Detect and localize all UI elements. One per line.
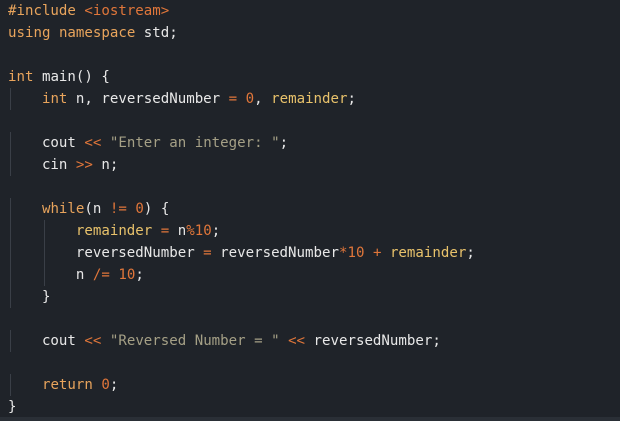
code-token: while	[41, 201, 85, 217]
code-token: ;	[347, 91, 357, 107]
code-token: reversedNumber	[8, 245, 204, 261]
code-token: ,	[254, 91, 272, 107]
code-token: namespace	[58, 25, 136, 41]
code-line: return 0;	[8, 374, 475, 396]
code-token: ;	[135, 267, 144, 283]
code-line: remainder = n%10;	[8, 220, 475, 242]
code-token: 10	[194, 223, 212, 239]
code-line: n /= 10;	[8, 264, 475, 286]
code-token: }	[8, 399, 17, 415]
code-line: int main() {	[8, 66, 475, 88]
code-token: =	[203, 245, 212, 261]
code-token: (n	[84, 201, 110, 217]
code-line: int n, reversedNumber = 0, remainder;	[8, 88, 475, 110]
code-line: }	[8, 286, 475, 308]
indent-guide	[10, 154, 11, 176]
code-token: ;	[466, 245, 475, 261]
code-token: std;	[135, 25, 178, 41]
code-token: 10	[118, 267, 136, 283]
code-line: cin >> n;	[8, 154, 475, 176]
code-line: cout << "Reversed Number = " << reversed…	[8, 330, 475, 352]
code-token: /=	[92, 267, 110, 283]
indent-guide	[10, 198, 11, 220]
code-token: ;	[109, 377, 119, 393]
indent-guide	[10, 132, 11, 154]
indent-guide	[10, 220, 11, 242]
code-token: n;	[92, 157, 119, 173]
code-token: "Reversed Number = "	[109, 333, 280, 349]
code-token: ) {	[143, 201, 170, 217]
code-token: <<	[288, 333, 306, 349]
code-token: ;	[211, 223, 221, 239]
code-token: 10	[347, 245, 365, 261]
code-token: 0	[101, 377, 110, 393]
code-line: cout << "Enter an integer: ";	[8, 132, 475, 154]
code-token: >>	[75, 157, 93, 173]
code-line: reversedNumber = reversedNumber*10 + rem…	[8, 242, 475, 264]
indent-guide	[10, 330, 11, 352]
code-token: return	[41, 377, 93, 393]
code-line: }	[8, 396, 475, 418]
code-token: }	[8, 289, 51, 305]
indent-guide	[44, 264, 45, 286]
code-editor[interactable]: #include <iostream> using namespace std; …	[0, 0, 620, 421]
indent-guide	[10, 264, 11, 286]
indent-guide	[10, 374, 11, 396]
code-token: n, reversedNumber	[67, 91, 229, 107]
code-token: 0	[135, 201, 144, 217]
code-token: #include	[8, 3, 76, 19]
editor-bottom-edge	[0, 417, 620, 421]
indent-guide	[10, 286, 11, 308]
code-token: remainder	[389, 245, 467, 261]
indent-guide	[44, 220, 45, 242]
code-token: cout	[8, 135, 85, 151]
code-token: int	[8, 69, 34, 85]
code-line: using namespace std;	[8, 22, 475, 44]
code-token: ;	[279, 135, 289, 151]
code-token: =	[228, 91, 238, 107]
code-token: n	[8, 267, 93, 283]
code-block[interactable]: #include <iostream> using namespace std; …	[8, 0, 475, 418]
indent-guide	[44, 242, 45, 264]
code-token: reversedNumber;	[305, 333, 441, 349]
code-token: main() {	[33, 69, 110, 85]
code-token: cout	[8, 333, 85, 349]
code-token: <<	[84, 135, 102, 151]
code-token: %	[186, 223, 195, 239]
code-token: "Enter an integer: "	[109, 135, 280, 151]
code-token: remainder	[271, 91, 348, 107]
code-token: using	[8, 25, 51, 41]
code-token: cin	[8, 157, 76, 173]
code-token: <iostream>	[84, 3, 170, 19]
code-token: 0	[245, 91, 255, 107]
code-token: reversedNumber	[211, 245, 339, 261]
code-token: <<	[84, 333, 102, 349]
code-token: n	[169, 223, 187, 239]
code-token: !=	[109, 201, 127, 217]
code-token: int	[41, 91, 68, 107]
code-line: #include <iostream>	[8, 0, 475, 22]
code-token: remainder	[75, 223, 153, 239]
indent-guide	[10, 242, 11, 264]
code-token: =	[160, 223, 170, 239]
indent-guide	[10, 88, 11, 110]
code-line: while(n != 0) {	[8, 198, 475, 220]
